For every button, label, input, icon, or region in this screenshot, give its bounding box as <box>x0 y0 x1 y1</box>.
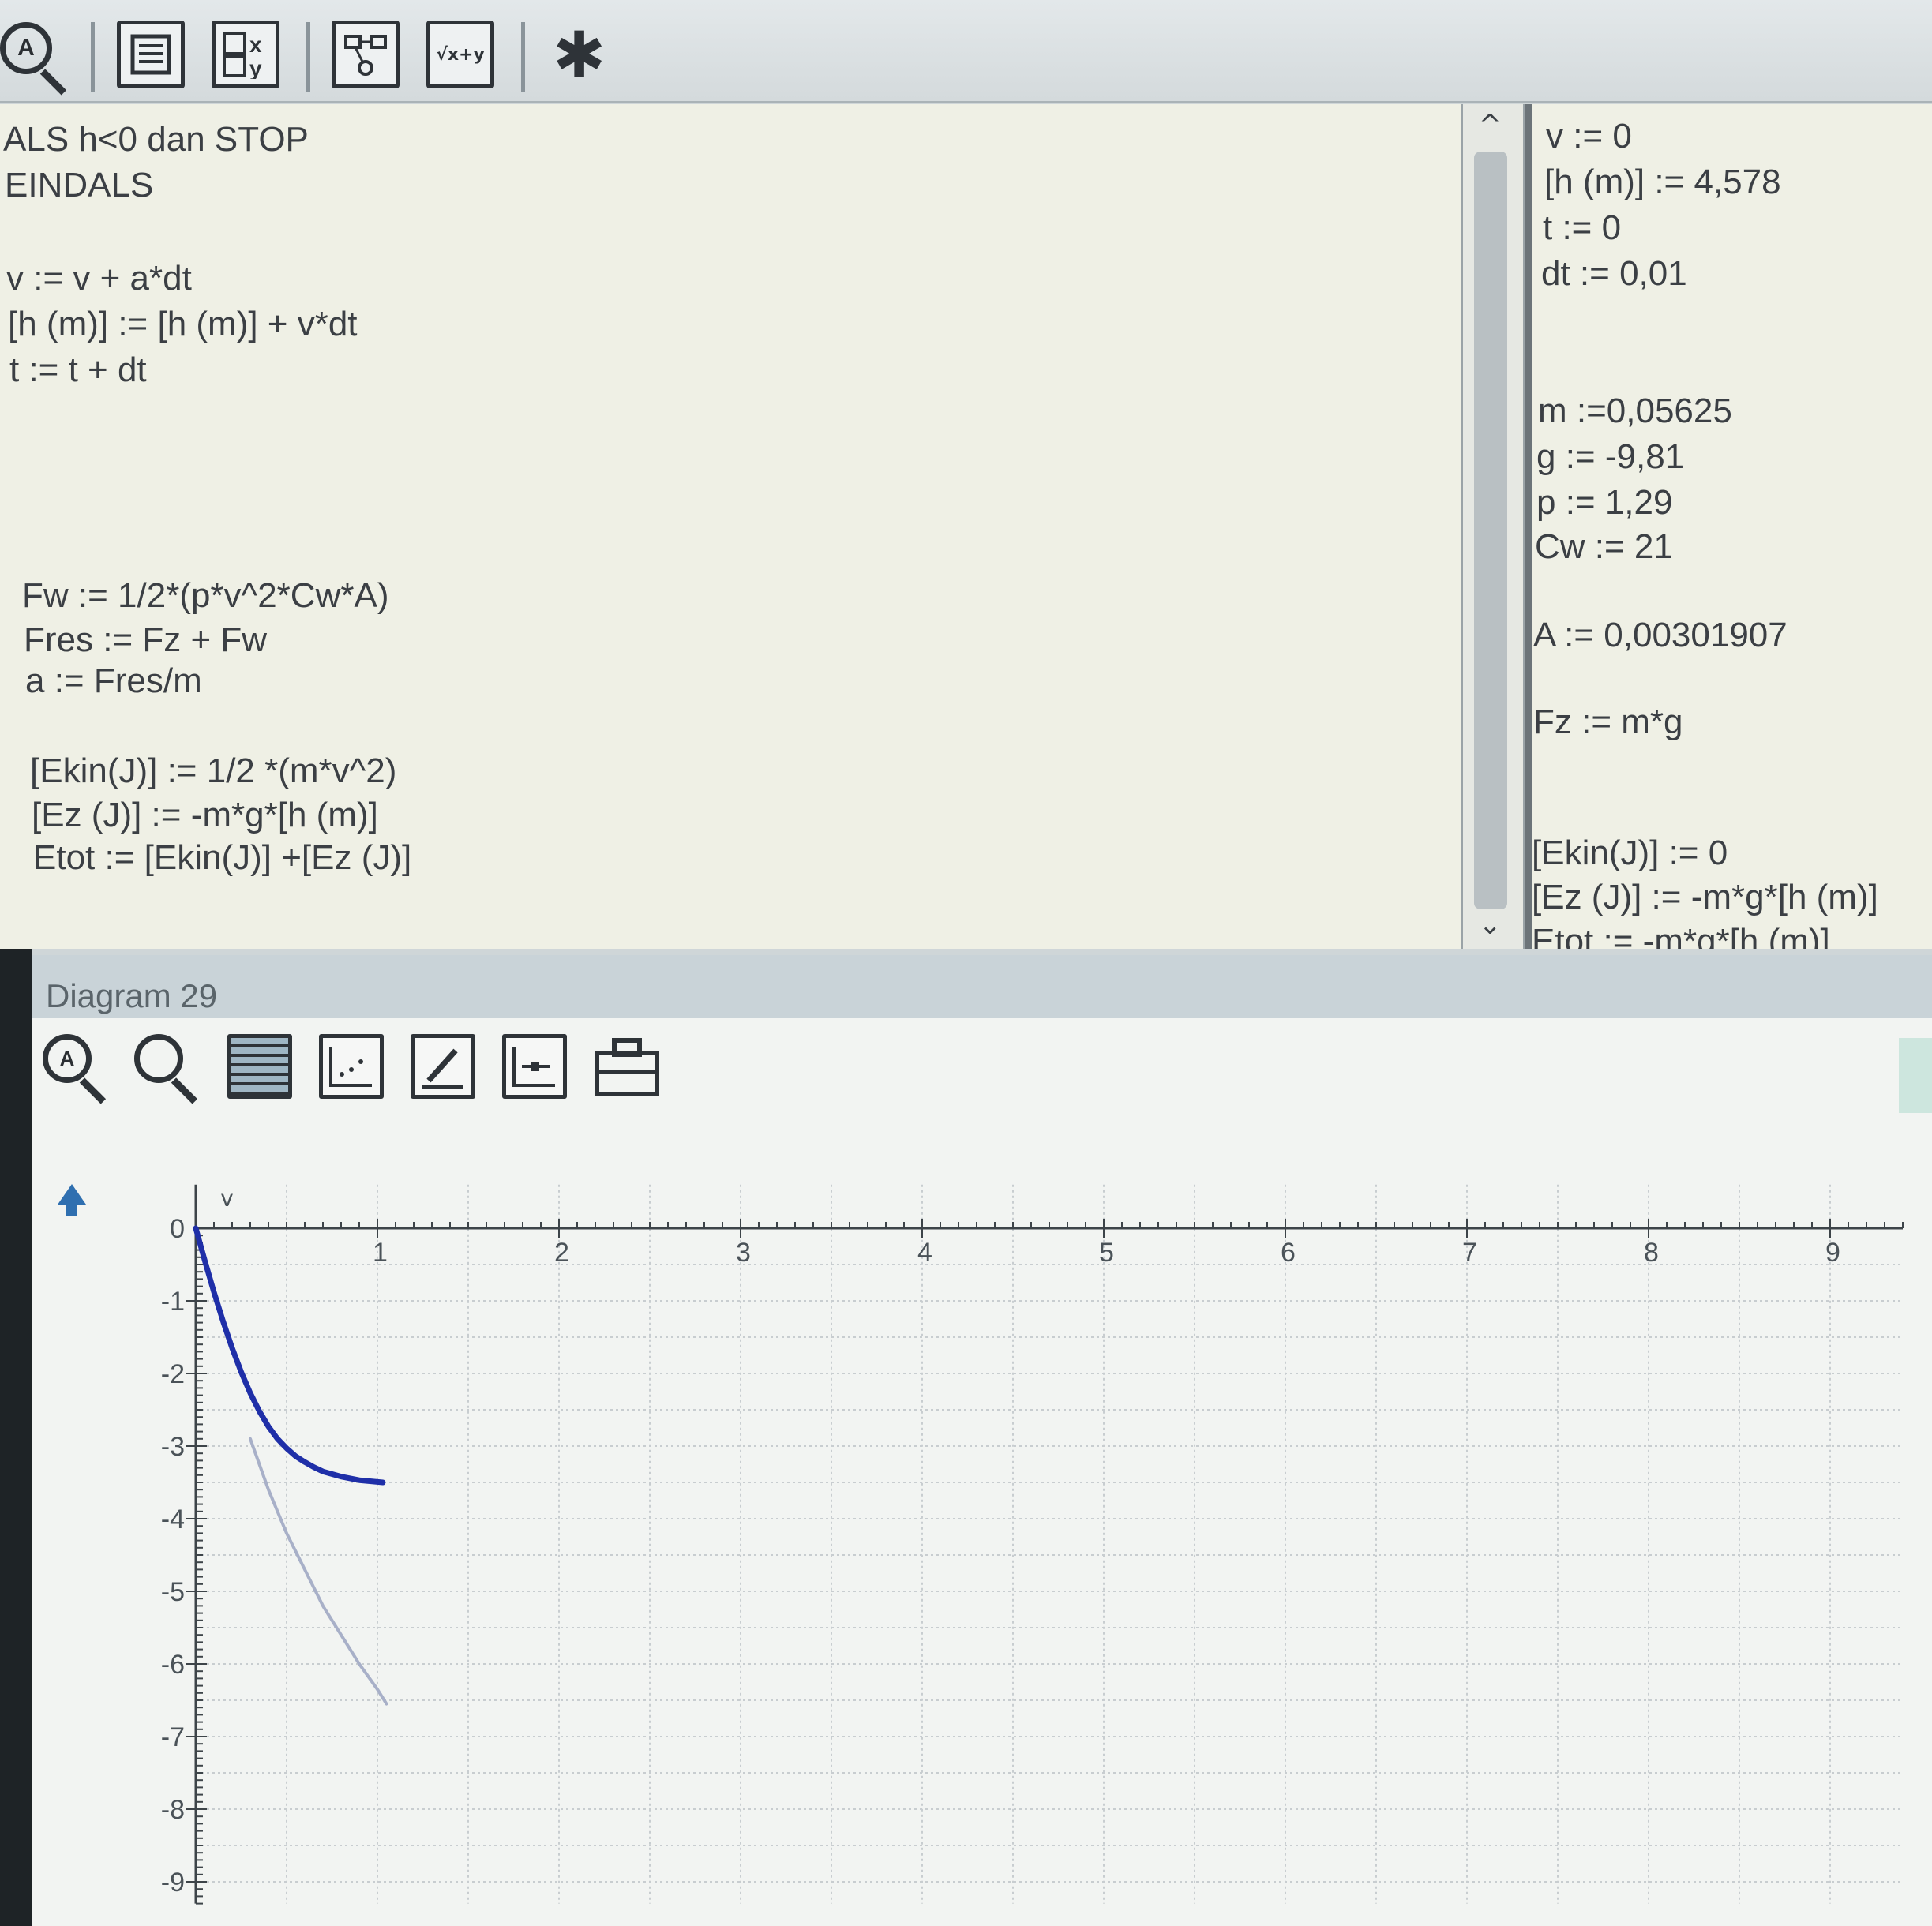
scroll-up-icon[interactable]: ^ <box>1479 109 1502 141</box>
start-value-line: Cw := 21 <box>1535 527 1673 566</box>
diagram-title: Diagram 29 <box>46 977 218 1014</box>
variable-table-icon[interactable]: xy <box>212 21 279 88</box>
start-value-line: Fz := m*g <box>1533 703 1683 741</box>
equation-line: a := Fres/m <box>25 661 202 700</box>
zoom-icon[interactable] <box>134 1034 205 1105</box>
model-equations-editor[interactable]: ALS h<0 dan STOP EINDALS v := v + a*dt [… <box>0 104 1461 949</box>
equation-line: [Ekin(J)] := 1/2 *(m*v^2) <box>30 751 397 790</box>
equation-line: ALS h<0 dan STOP <box>3 120 309 159</box>
start-value-line: t := 0 <box>1543 208 1622 247</box>
zoom-auto-label: A <box>0 22 52 74</box>
formula-label: √x+y <box>436 44 485 65</box>
arrow-up-icon[interactable] <box>58 1184 86 1205</box>
diagram-panel: Diagram 29 A <box>32 955 1932 1926</box>
asterisk-icon[interactable]: ✱ <box>553 24 606 87</box>
svg-text:y: y <box>249 56 262 79</box>
start-value-line: g := -9,81 <box>1536 437 1685 476</box>
start-values-editor[interactable]: v := 0 [h (m)] := 4,578 t := 0 dt := 0,0… <box>1532 104 1932 949</box>
equation-line: Etot := [Ekin(J)] +[Ez (J)] <box>33 838 412 877</box>
scroll-down-icon[interactable]: ⌄ <box>1479 909 1502 941</box>
graph-nodes-icon[interactable] <box>332 21 400 88</box>
start-value-line: Etot := -m*g*[h (m)] <box>1532 922 1830 949</box>
chart-settings-icon[interactable] <box>502 1034 567 1099</box>
zoom-auto-icon[interactable]: A <box>0 22 75 97</box>
toolbar-separator <box>306 22 310 92</box>
start-value-line: [Ekin(J)] := 0 <box>1532 834 1728 872</box>
arrow-up-stem <box>66 1203 77 1216</box>
start-value-line: [h (m)] := 4,578 <box>1544 163 1781 201</box>
start-value-line: p := 1,29 <box>1536 483 1673 522</box>
scroll-thumb[interactable] <box>1474 152 1507 909</box>
start-value-line: A := 0,00301907 <box>1533 616 1788 654</box>
toolbar-separator <box>521 22 525 92</box>
equation-line: t := t + dt <box>9 350 147 389</box>
pencil-icon[interactable] <box>411 1034 475 1099</box>
sqrt-formula-icon[interactable]: √x+y <box>426 21 494 88</box>
main-toolbar: A xy √x+y ✱ <box>0 0 1932 103</box>
start-value-line: v := 0 <box>1546 117 1632 156</box>
equation-line: Fres := Fz + Fw <box>24 620 268 659</box>
editor-scrollbar[interactable]: ^ ⌄ <box>1461 104 1525 949</box>
document-lines-icon[interactable] <box>117 21 185 88</box>
start-value-line: [Ez (J)] := -m*g*[h (m)] <box>1532 878 1878 916</box>
pane-divider[interactable] <box>1525 104 1532 949</box>
start-value-line: m :=0,05625 <box>1538 392 1732 430</box>
toolbox-icon[interactable] <box>594 1034 659 1099</box>
svg-text:x: x <box>249 32 262 57</box>
grid-icon[interactable] <box>227 1034 292 1099</box>
equation-line: [Ez (J)] := -m*g*[h (m)] <box>32 796 378 834</box>
equation-line: [h (m)] := [h (m)] + v*dt <box>8 305 358 343</box>
scatter-icon[interactable] <box>319 1034 384 1099</box>
start-value-line: dt := 0,01 <box>1541 254 1687 293</box>
equation-line: Fw := 1/2*(p*v^2*Cw*A) <box>22 576 389 615</box>
equation-line: v := v + a*dt <box>6 259 192 298</box>
panel-handle[interactable] <box>1899 1038 1932 1113</box>
screen-bezel <box>0 949 32 1926</box>
diagram-header: Diagram 29 <box>32 955 1932 1018</box>
equation-line: EINDALS <box>5 166 154 204</box>
zoom-auto-icon[interactable]: A <box>43 1034 114 1105</box>
toolbar-separator <box>91 22 95 92</box>
